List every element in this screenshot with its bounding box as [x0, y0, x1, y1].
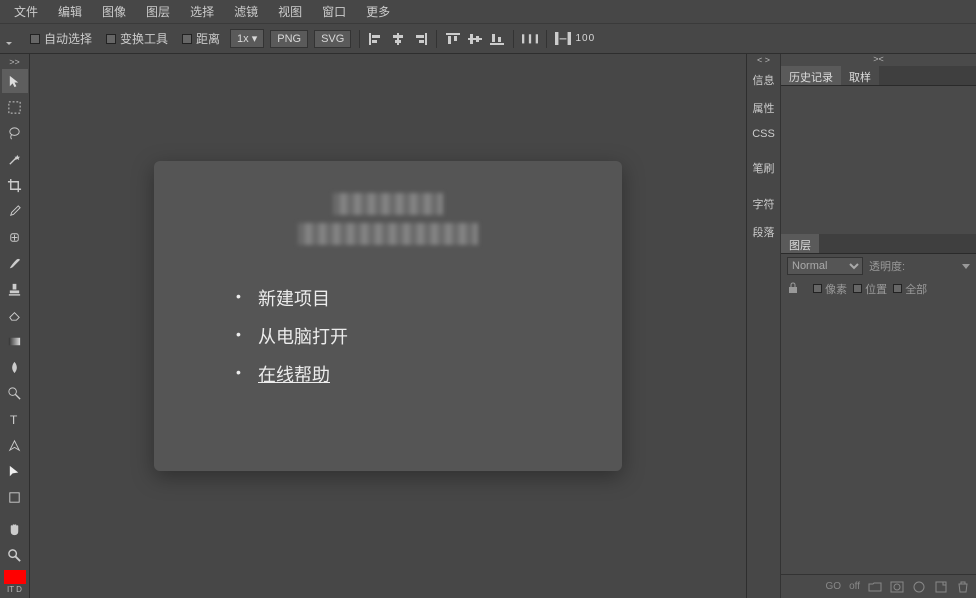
- menu-layer[interactable]: 图层: [136, 0, 180, 23]
- zoom-tool[interactable]: [2, 543, 28, 567]
- tab-sample[interactable]: 取样: [841, 66, 879, 85]
- lock-position-checkbox[interactable]: 位置: [853, 281, 887, 297]
- workspace: >> T ITD: [0, 54, 976, 598]
- export-svg-button[interactable]: SVG: [314, 30, 351, 48]
- splash-online-help[interactable]: 在线帮助: [258, 355, 588, 393]
- separator: [436, 30, 437, 48]
- distance-label: 距离: [196, 30, 220, 47]
- mask-icon[interactable]: [890, 580, 904, 594]
- zoom-dropdown[interactable]: 1x ▾: [230, 29, 264, 48]
- align-center-v-icon[interactable]: [467, 32, 483, 46]
- align-right-icon[interactable]: [412, 32, 428, 46]
- menu-window[interactable]: 窗口: [312, 0, 356, 23]
- align-left-icon[interactable]: [368, 32, 384, 46]
- tab-paragraph[interactable]: 段落: [751, 218, 777, 246]
- blur-tool[interactable]: [2, 355, 28, 379]
- left-toolbar: >> T ITD: [0, 54, 30, 598]
- opacity-dropdown-icon[interactable]: [962, 264, 970, 269]
- brush-tool[interactable]: [2, 251, 28, 275]
- tab-brush[interactable]: 笔刷: [751, 154, 777, 182]
- footer-off[interactable]: off: [849, 581, 860, 592]
- history-panel-header: 历史记录 取样: [781, 66, 976, 86]
- pen-tool[interactable]: [2, 433, 28, 457]
- swatch-labels: ITD: [7, 585, 22, 594]
- right-collapsed-tabs: < > 信息 属性 CSS 笔刷 字符 段落: [747, 54, 781, 598]
- menu-filter[interactable]: 滤镜: [224, 0, 268, 23]
- tab-info[interactable]: 信息: [751, 66, 777, 94]
- align-center-h-icon[interactable]: [390, 32, 406, 46]
- lasso-tool[interactable]: [2, 121, 28, 145]
- auto-select-checkbox[interactable]: 自动选择: [30, 30, 92, 47]
- lock-pixels-checkbox[interactable]: 像素: [813, 281, 847, 297]
- distribute-h-icon[interactable]: [522, 32, 538, 46]
- align-bottom-icon[interactable]: [489, 32, 505, 46]
- eyedropper-tool[interactable]: [2, 199, 28, 223]
- path-tool[interactable]: [2, 459, 28, 483]
- separator: [359, 30, 360, 48]
- folder-icon[interactable]: [868, 580, 882, 594]
- svg-text:T: T: [10, 413, 18, 427]
- dodge-tool[interactable]: [2, 381, 28, 405]
- hand-tool[interactable]: [2, 517, 28, 541]
- menu-file[interactable]: 文件: [4, 0, 48, 23]
- lock-icon[interactable]: [787, 282, 799, 297]
- canvas-area: 新建项目 从电脑打开 在线帮助: [30, 54, 746, 598]
- tab-layers[interactable]: 图层: [781, 234, 819, 253]
- fx-icon[interactable]: [912, 580, 926, 594]
- layers-panel: Normal 透明度: 像素 位置 全部: [781, 254, 976, 598]
- splash-new-project[interactable]: 新建项目: [258, 279, 588, 317]
- blend-mode-select[interactable]: Normal: [787, 257, 863, 275]
- panel-expand-icon[interactable]: < >: [757, 54, 770, 66]
- auto-select-label: 自动选择: [44, 30, 92, 47]
- stamp-tool[interactable]: [2, 277, 28, 301]
- wand-tool[interactable]: [2, 147, 28, 171]
- menu-view[interactable]: 视图: [268, 0, 312, 23]
- layers-list: [781, 300, 976, 574]
- distance-checkbox[interactable]: 距离: [182, 30, 220, 47]
- splash-card: 新建项目 从电脑打开 在线帮助: [154, 161, 622, 471]
- menu-edit[interactable]: 编辑: [48, 0, 92, 23]
- tab-css[interactable]: CSS: [750, 122, 777, 146]
- text-tool[interactable]: T: [2, 407, 28, 431]
- align-top-icon[interactable]: [445, 32, 461, 46]
- layers-panel-header: 图层: [781, 234, 976, 254]
- lock-all-checkbox[interactable]: 全部: [893, 281, 927, 297]
- splash-logo: [188, 189, 588, 249]
- transform-tool-checkbox[interactable]: 变换工具: [106, 30, 168, 47]
- menu-more[interactable]: 更多: [356, 0, 400, 23]
- right-column: < > 信息 属性 CSS 笔刷 字符 段落 >< 历史记录 取样 图层: [746, 54, 976, 598]
- menu-select[interactable]: 选择: [180, 0, 224, 23]
- crop-tool[interactable]: [2, 173, 28, 197]
- menu-image[interactable]: 图像: [92, 0, 136, 23]
- right-panels: >< 历史记录 取样 图层 Normal 透明度:: [781, 54, 976, 598]
- heal-tool[interactable]: [2, 225, 28, 249]
- tab-history[interactable]: 历史记录: [781, 66, 841, 85]
- move-tool[interactable]: [2, 69, 28, 93]
- spacing-value[interactable]: 100: [577, 32, 593, 46]
- menu-bar: 文件 编辑 图像 图层 选择 滤镜 视图 窗口 更多: [0, 0, 976, 24]
- export-png-button[interactable]: PNG: [270, 30, 308, 48]
- layers-footer: GO off: [781, 574, 976, 598]
- tab-character[interactable]: 字符: [751, 190, 777, 218]
- new-layer-icon[interactable]: [934, 580, 948, 594]
- app-root: 文件 编辑 图像 图层 选择 滤镜 视图 窗口 更多 自动选择 变换工具 距离 …: [0, 0, 976, 598]
- gradient-tool[interactable]: [2, 329, 28, 353]
- foreground-color-swatch[interactable]: [4, 570, 26, 584]
- panel-collapse-icon[interactable]: ><: [781, 54, 976, 66]
- trash-icon[interactable]: [956, 580, 970, 594]
- opacity-label: 透明度:: [869, 258, 905, 274]
- tab-properties[interactable]: 属性: [751, 94, 777, 122]
- footer-go[interactable]: GO: [826, 581, 842, 592]
- shape-tool[interactable]: [2, 485, 28, 509]
- toolbar-expand-icon[interactable]: >>: [1, 56, 29, 68]
- history-panel-body: [781, 86, 976, 234]
- transform-tool-label: 变换工具: [120, 30, 168, 47]
- splash-open-from-computer[interactable]: 从电脑打开: [258, 317, 588, 355]
- separator: [546, 30, 547, 48]
- options-bar: 自动选择 变换工具 距离 1x ▾ PNG SVG 100: [0, 24, 976, 54]
- marquee-tool[interactable]: [2, 95, 28, 119]
- eraser-tool[interactable]: [2, 303, 28, 327]
- distribute-spacing-icon[interactable]: [555, 32, 571, 46]
- separator: [513, 30, 514, 48]
